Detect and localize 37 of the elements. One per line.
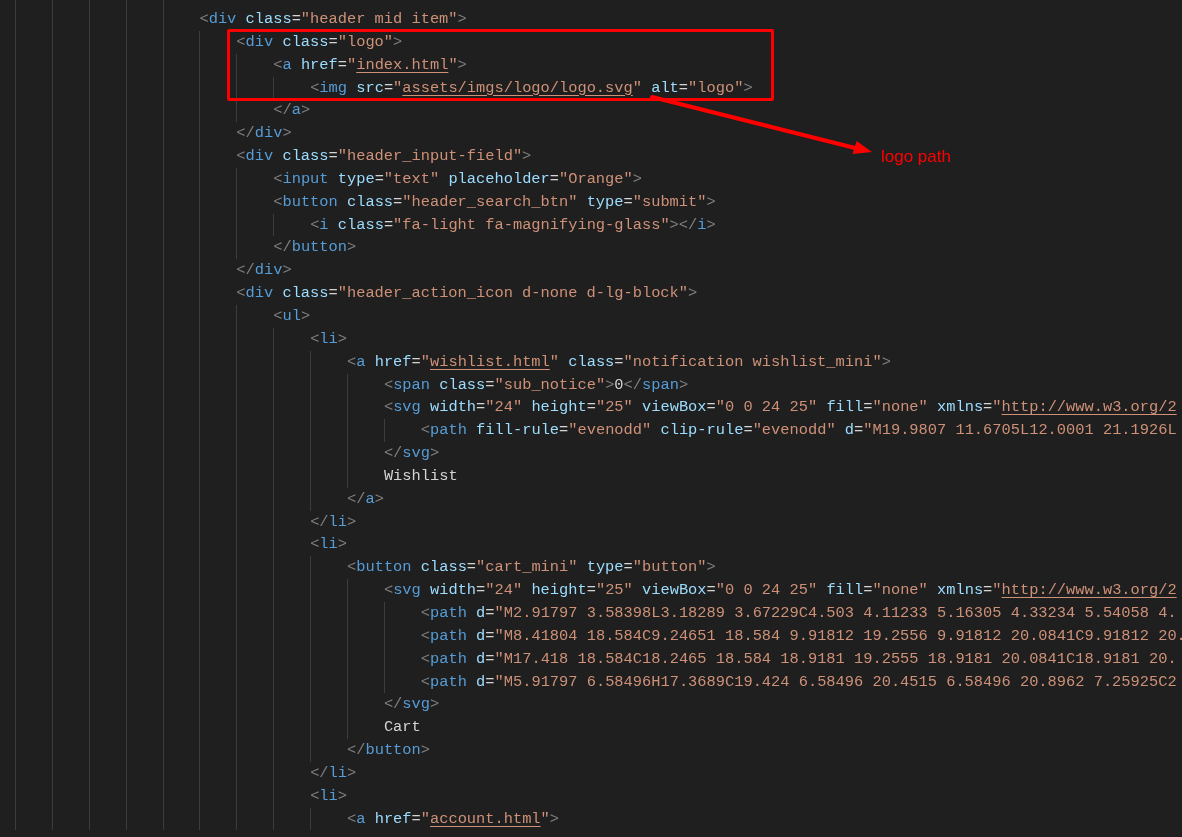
code-line: <svg width="24" height="25" viewBox="0 0 24 25" fill="none" xmlns="http://www.w3.org/2 [383, 580, 1177, 602]
code-line: <input type="text" placeholder="Orange"> [273, 168, 642, 190]
code-line: <div class="header_input-field"> [236, 146, 532, 168]
code-line: </svg> [383, 443, 440, 465]
code-line: <li> [310, 328, 347, 350]
code-line: <span class="sub_notice">0</span> [383, 374, 689, 396]
code-line: </button> [347, 740, 430, 762]
code-line: <path d="M8.41804 18.584C9.24651 18.584 9.91812 19.2556 9.91812 20.0841C9.91812 20. [420, 625, 1182, 647]
code-line: <i class="fa-light fa-magnifying-glass"></i> [310, 214, 716, 236]
code-line: </a> [347, 488, 384, 510]
code-line: </li> [310, 511, 357, 533]
code-line: </div> [236, 260, 292, 282]
code-line: <path d="M2.91797 3.58398L3.18289 3.67229C4.503 4.11233 5.16305 4.33234 5.54058 4. [420, 603, 1177, 624]
code-line: <img src="assets/imgs/logo/logo.svg" alt="logo"> [310, 77, 753, 99]
code-line: <path d="M17.418 18.584C18.2465 18.584 18.9181 19.2555 18.9181 20.0841C18.9181 20. [420, 648, 1177, 670]
code-line: <div class="logo"> [236, 31, 403, 53]
code-line: </a> [273, 100, 311, 122]
code-line: <a href="index.html"> [273, 54, 467, 76]
code-line: <button class="cart_mini" type="button"> [347, 557, 716, 579]
code-line: <li> [310, 785, 347, 807]
code-line: </li> [310, 762, 357, 784]
code-line: <div class="header_action_icon d-none d-lg-block"> [236, 283, 698, 305]
code-line: <ul> [273, 306, 311, 327]
code-line: Wishlist [383, 465, 458, 487]
annotation-label: logo path [881, 146, 951, 168]
code-line: </button> [273, 237, 357, 259]
code-line: <path fill-rule="evenodd" clip-rule="evenodd" d="M19.9807 11.6705L12.0001 21.1926L [420, 420, 1177, 442]
code-line: <a href="wishlist.html" class="notification wishlist_mini"> [347, 351, 891, 373]
code-line: <li> [310, 534, 347, 556]
code-line: <div class="header mid item"> [199, 9, 467, 31]
code-line: <a href="account.html"> [347, 808, 560, 830]
code-line: </div> [236, 123, 292, 145]
code-line: <svg width="24" height="25" viewBox="0 0 24 25" fill="none" xmlns="http://www.w3.org/2 [383, 397, 1177, 419]
code-line: <button class="header_search_btn" type="submit"> [273, 191, 716, 213]
code-line: <path d="M5.91797 6.58496H17.3689C19.424 6.58496 20.4515 6.58496 20.8962 7.25925C2 [420, 671, 1177, 693]
code-line: </svg> [383, 694, 440, 716]
code-line: Cart [383, 717, 421, 739]
